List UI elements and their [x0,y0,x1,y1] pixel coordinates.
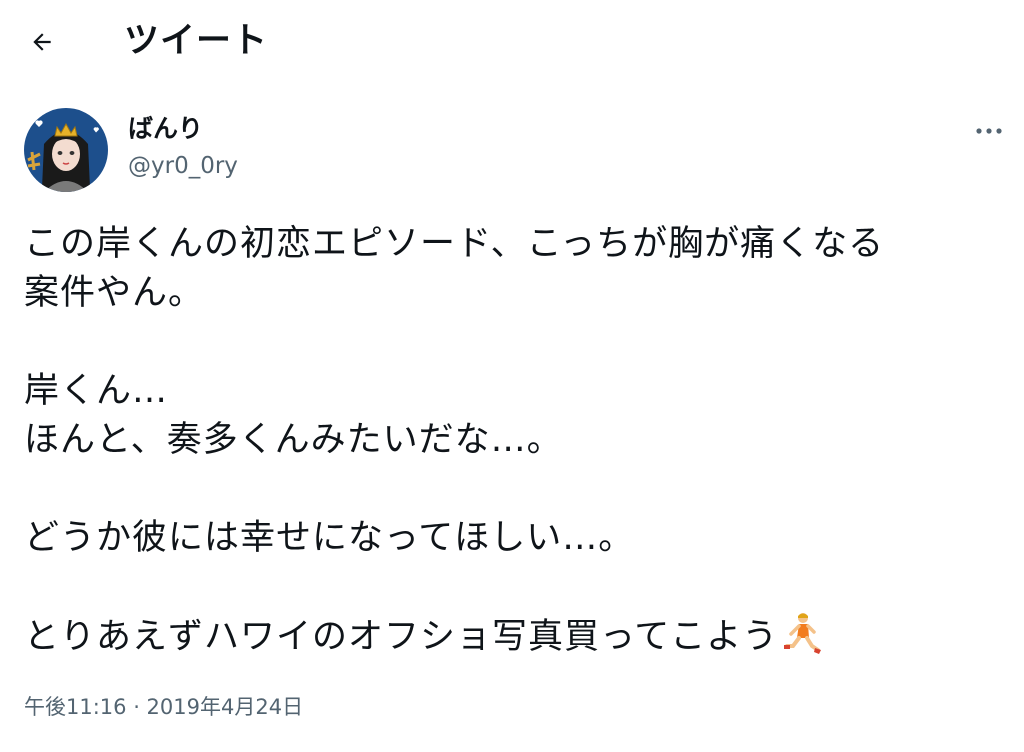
running-person-emoji [782,612,822,668]
tweet-line: 案件やん。 [24,273,205,313]
tweet-text: この岸くんの初恋エピソード、こっちが胸が痛くなる 案件やん。 岸くん… ほんと、… [24,220,1004,661]
more-horizontal-icon [976,128,1002,134]
avatar-illustration [24,108,108,192]
tweet-line: どうか彼には幸せになってほしい…。 [24,518,635,558]
back-button[interactable] [22,22,62,62]
tweet-line: この岸くんの初恋エピソード、こっちが胸が痛くなる [24,224,885,264]
tweet-line-text: とりあえずハワイのオフショ写真買ってこよう [24,617,779,657]
arrow-left-icon [33,33,51,51]
tweet-line: 岸くん… [24,371,169,411]
page-title: ツイート [124,21,269,61]
avatar[interactable] [24,108,108,192]
author-display-name[interactable]: ばんり [128,112,203,146]
author-handle[interactable]: @yr0_0ry [128,150,238,182]
top-bar: ツイート [0,0,1024,86]
tweet-line-last: とりあえずハワイのオフショ写真買ってこよう [24,612,1004,661]
tweet-line: ほんと、奏多くんみたいだな…。 [24,420,563,460]
tweet-timestamp[interactable]: 午後11:16 · 2019年4月24日 [24,692,303,722]
more-button[interactable] [966,114,1012,148]
